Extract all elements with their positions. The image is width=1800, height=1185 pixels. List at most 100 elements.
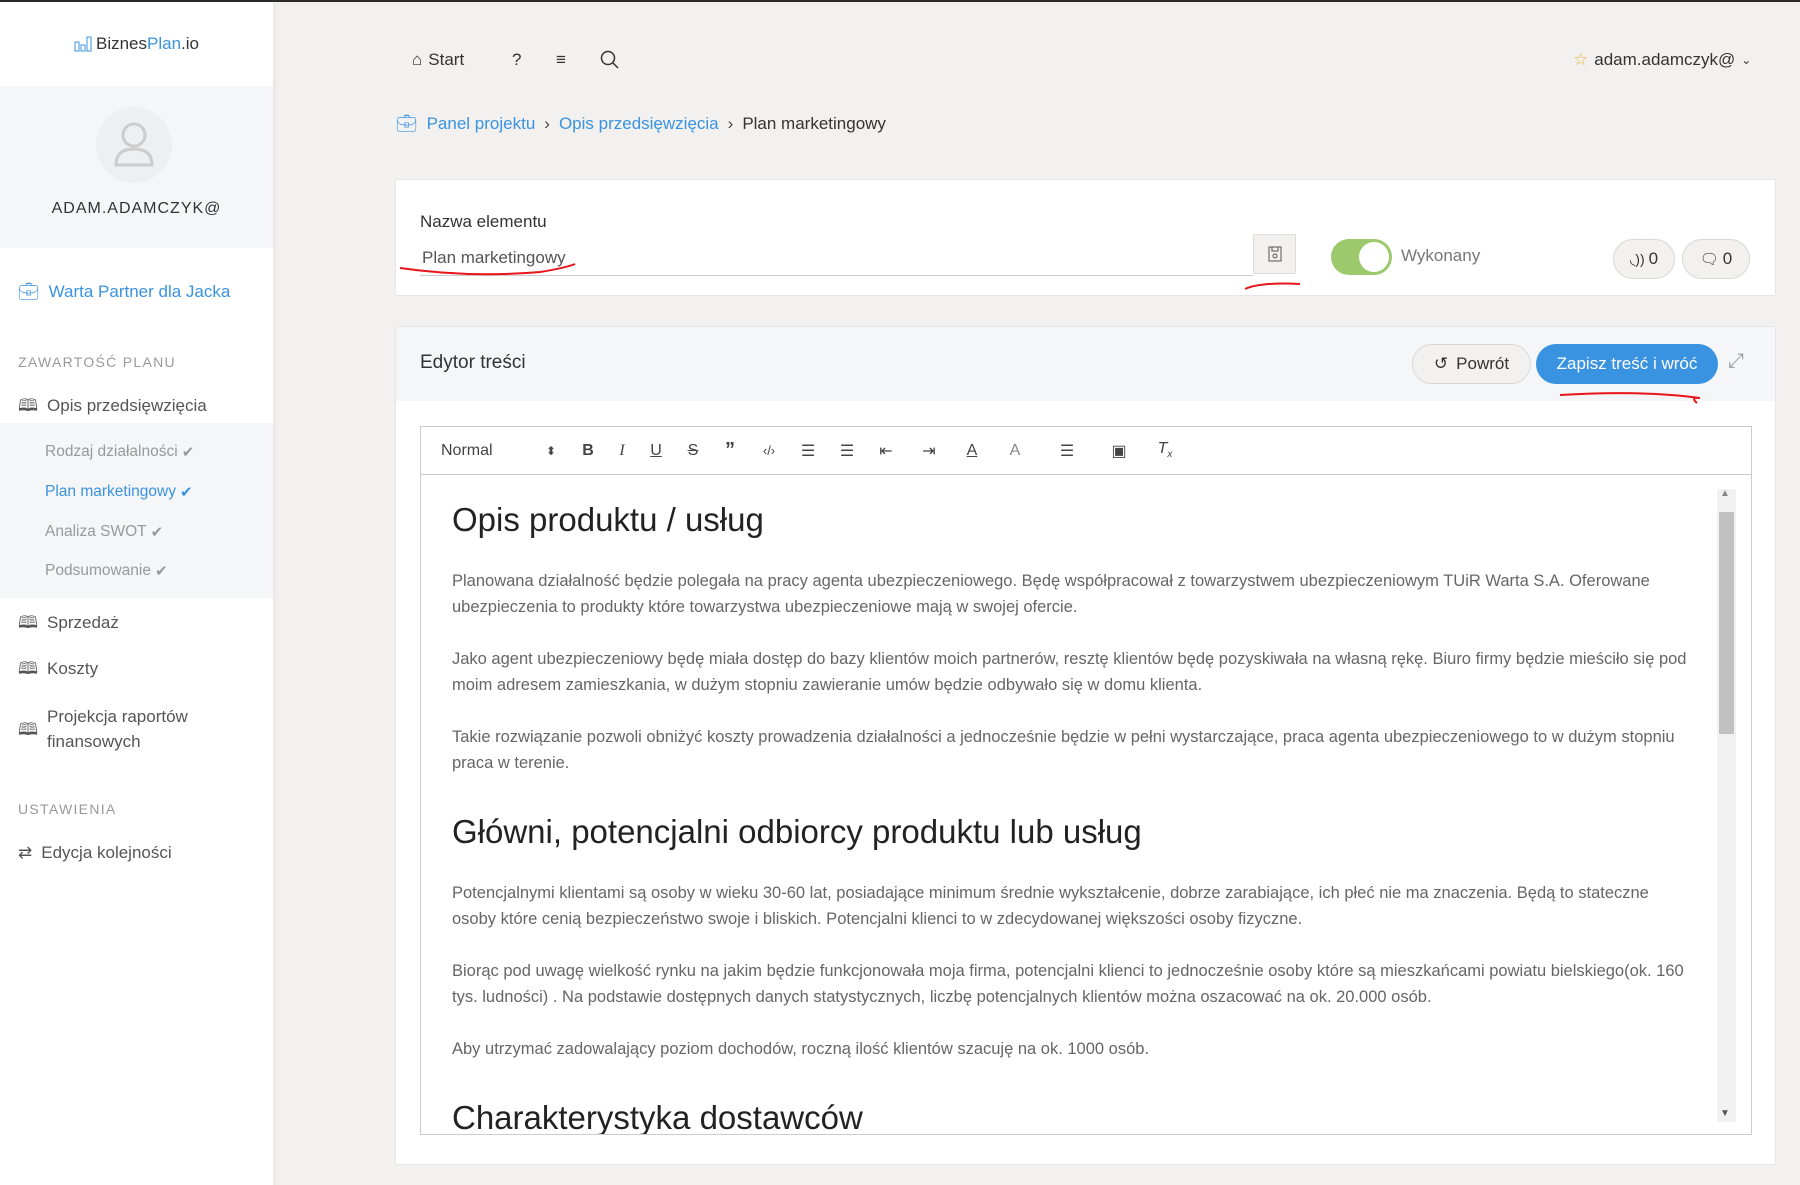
content-paragraph: Planowana działalność będzie polegała na… [452,572,1650,616]
item-label: Rodzaj działalności [45,443,178,460]
comments-badge[interactable]: 🗨︎ 0 [1682,239,1750,279]
breadcrumb-opis[interactable]: Opis przedsięwzięcia [559,114,719,134]
book-icon: 🕮 [18,613,39,632]
quote-icon[interactable]: ” [713,439,747,462]
check-icon: ✔ [150,524,164,541]
format-select[interactable]: Normal [441,442,531,460]
feed-badge[interactable]: ◟)) 0 [1613,239,1675,279]
align-icon[interactable]: ☰ [1041,441,1093,461]
clear-format-icon[interactable]: Tx [1145,440,1185,460]
sidebar-item-koszty[interactable]: 🕮 Koszty [18,656,98,681]
sidebar-item-edycja-kolejnosci[interactable]: ⇄ Edycja kolejności [18,840,172,865]
comments-icon: 🗨︎ [1699,251,1719,268]
menu-icon[interactable]: ≡ [556,50,566,70]
start-label: Start [428,50,465,69]
chart-logo-icon [74,36,92,52]
back-button[interactable]: ↺ Powrót [1412,344,1531,384]
status-label: Wykonany [1401,246,1481,265]
book-icon: 🕮 [18,396,39,415]
logo-accent: Plan [147,34,182,53]
sidebar-item-opis[interactable]: 🕮 Opis przedsięwzięcia [18,393,207,418]
sidebar-item-sprzedaz[interactable]: 🕮 Sprzedaż [18,610,119,635]
editor-toolbar: Normal ⬍ B I U S ” ‹/› ☰ ☰ ⇤ ⇥ A A ☰ ▣ T… [420,426,1752,475]
save-icon [1268,246,1281,262]
briefcase-icon: 💼︎ [396,114,418,133]
content-heading: Główni, potencjalni odbiorcy produktu lu… [452,813,1142,850]
content-heading: Opis produktu / usług [452,501,764,538]
help-icon[interactable]: ? [512,50,521,70]
content-heading: Charakterystyka dostawców [452,1099,863,1135]
bullet-list-icon[interactable]: ☰ [825,441,869,461]
search-icon[interactable] [600,50,620,70]
subitem-rodzaj[interactable]: Rodzaj działalności ✔ [45,443,194,461]
element-card [395,179,1776,296]
save-and-return-button[interactable]: Zapisz treść i wróć [1536,344,1718,384]
image-icon[interactable]: ▣ [1093,441,1145,461]
document-body[interactable]: Opis produktu / usług Planowana działalno… [452,498,1697,1135]
content-paragraph: Takie rozwiązanie pozwoli obniżyć koszty… [452,728,1675,772]
expand-icon[interactable]: ⤢ [1728,350,1744,373]
bold-icon[interactable]: B [571,442,605,460]
save-name-button[interactable] [1253,234,1296,274]
element-name-input[interactable] [420,240,1253,276]
undo-icon: ↺ [1433,354,1449,373]
user-menu[interactable]: ☆ adam.adamczyk@ ⌄ [1573,50,1751,70]
italic-icon[interactable]: I [605,442,639,460]
breadcrumb-current: Plan marketingowy [742,114,886,133]
background-color-icon[interactable]: A [989,442,1041,460]
save-label: Zapisz treść i wróć [1556,354,1698,373]
editor-content[interactable]: Opis produktu / usług Planowana działalno… [420,474,1752,1135]
scroll-up-icon[interactable]: ▲ [1720,488,1730,499]
book-icon: 🕮 [18,719,39,739]
briefcase-icon: 💼︎ [18,282,40,301]
check-icon: ✔ [181,444,195,461]
select-arrows-icon[interactable]: ⬍ [531,444,571,458]
strike-icon[interactable]: S [673,442,713,460]
content-paragraph: Potencjalnymi klientami są osoby w wieku… [452,884,1649,928]
text-color-icon[interactable]: A [955,442,989,460]
comments-count: 0 [1722,249,1733,268]
code-icon[interactable]: ‹/› [747,443,791,458]
item-label: Podsumowanie [45,562,151,579]
scrollbar-thumb[interactable] [1719,512,1734,734]
status-toggle[interactable] [1331,239,1392,275]
editor-title: Edytor treści [420,352,526,373]
chevron-down-icon: ⌄ [1741,53,1752,67]
item-label: Koszty [47,659,99,678]
scroll-down-icon[interactable]: ▼ [1720,1108,1730,1119]
indent-icon[interactable]: ⇥ [903,441,955,461]
subitem-plan-marketingowy[interactable]: Plan marketingowy ✔ [45,483,193,501]
book-icon: 🕮 [18,659,39,678]
item-label: Sprzedaż [47,613,119,632]
project-link[interactable]: 💼︎ Warta Partner dla Jacka [18,282,230,302]
sidebar-item-projekcja[interactable]: 🕮 Projekcja raportów finansowych [18,704,218,754]
breadcrumb: 💼︎ Panel projektu › Opis przedsięwzięcia ›… [396,114,886,134]
chevron-right-icon: › [727,114,734,133]
logo-text: Biznes [95,34,148,53]
reorder-icon: ⇄ [18,843,33,862]
feed-count: 0 [1648,249,1659,268]
project-name: Warta Partner dla Jacka [48,282,231,301]
subitem-podsumowanie[interactable]: Podsumowanie ✔ [45,562,168,580]
logo-suffix: .io [181,34,200,53]
content-paragraph: Biorąc pod uwagę wielkość rynku na jakim… [452,962,1684,1006]
section-plan-heading: ZAWARTOŚĆ PLANU [18,354,176,370]
check-icon: ✔ [154,563,168,580]
home-icon: ⌂ [412,50,423,69]
item-label: Analiza SWOT [45,523,147,540]
item-label: Edycja kolejności [41,843,172,862]
star-icon: ☆ [1573,50,1589,69]
user-label: adam.adamczyk@ [1594,50,1736,69]
section-settings-heading: USTAWIENIA [18,801,117,817]
rss-icon: ◟)) [1629,250,1645,267]
item-label: Plan marketingowy [45,483,176,500]
start-link[interactable]: ⌂ Start [412,50,464,70]
subitem-analiza-swot[interactable]: Analiza SWOT ✔ [45,523,163,541]
logo[interactable]: Biznes Plan .io [0,2,273,86]
ordered-list-icon[interactable]: ☰ [791,441,825,461]
breadcrumb-panel[interactable]: Panel projektu [427,114,536,134]
outdent-icon[interactable]: ⇤ [869,441,903,461]
underline-icon[interactable]: U [639,442,673,460]
user-icon [114,122,154,167]
check-icon: ✔ [179,484,193,501]
